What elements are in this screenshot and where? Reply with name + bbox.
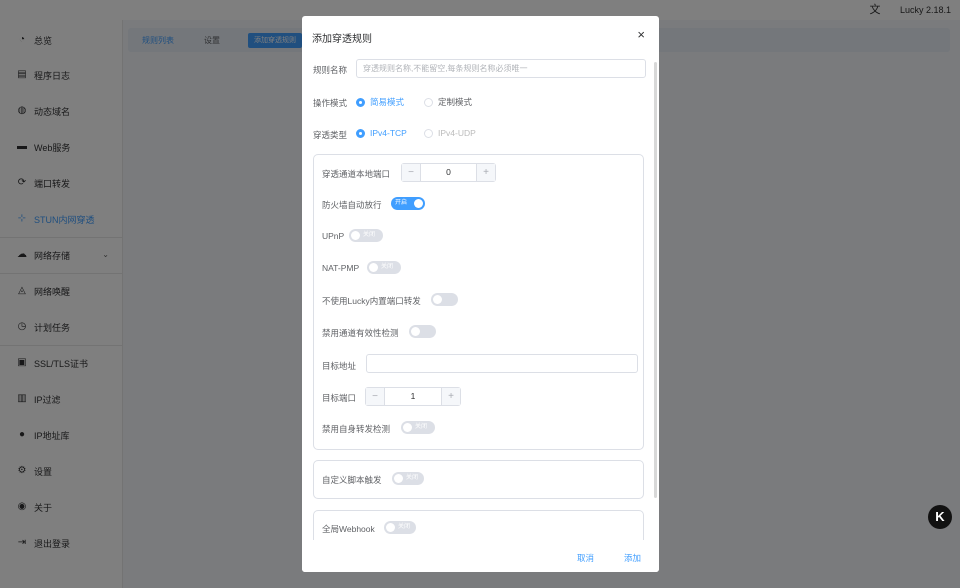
rule-name-label: 规则名称 xyxy=(313,65,348,75)
close-icon[interactable]: × xyxy=(637,28,645,42)
mode-simple-radio[interactable]: 简易模式 xyxy=(356,96,404,108)
target-address-input[interactable] xyxy=(366,354,638,373)
cancel-button[interactable]: 取消 xyxy=(577,552,594,564)
custom-script-label: 自定义脚本触发 xyxy=(322,475,382,485)
type-udp-radio[interactable]: IPv4-UDP xyxy=(424,128,476,138)
upnp-label: UPnP xyxy=(322,231,345,241)
decrement-button[interactable]: − xyxy=(366,388,385,405)
custom-script-switch[interactable]: 关闭 xyxy=(392,472,424,485)
firewall-switch[interactable]: 开启 xyxy=(391,197,425,210)
target-port-stepper[interactable]: − 1 + xyxy=(365,387,461,406)
natpmp-label: NAT-PMP xyxy=(322,263,360,273)
disable-self-check-label: 禁用自身转发检测 xyxy=(322,424,391,434)
decrement-button[interactable]: − xyxy=(402,164,421,181)
upnp-switch[interactable]: 关闭 xyxy=(349,229,383,242)
floating-badge[interactable]: K xyxy=(928,505,952,529)
no-lucky-forward-label: 不使用Lucky内置端口转发 xyxy=(322,296,421,306)
type-tcp-radio[interactable]: IPv4-TCP xyxy=(356,128,407,138)
disable-check-switch[interactable] xyxy=(409,325,436,338)
increment-button[interactable]: + xyxy=(476,164,495,181)
local-port-stepper[interactable]: − 0 + xyxy=(401,163,496,182)
target-address-label: 目标地址 xyxy=(322,361,357,371)
disable-check-label: 禁用通道有效性检测 xyxy=(322,328,399,338)
dialog-footer xyxy=(302,540,659,572)
no-lucky-forward-switch[interactable] xyxy=(431,293,458,306)
webhook-label: 全局Webhook xyxy=(322,524,375,534)
natpmp-switch[interactable]: 关闭 xyxy=(367,261,401,274)
mode-label: 操作模式 xyxy=(313,98,348,108)
stun-settings-group: 穿透通道本地端口 − 0 + 防火墙自动放行 开启 UPnP 关闭 NAT-PM… xyxy=(313,154,644,450)
local-port-label: 穿透通道本地端口 xyxy=(322,169,391,179)
mode-custom-radio[interactable]: 定制模式 xyxy=(424,96,472,108)
increment-button[interactable]: + xyxy=(441,388,460,405)
add-button[interactable]: 添加 xyxy=(624,552,641,564)
firewall-label: 防火墙自动放行 xyxy=(322,200,382,210)
target-port-label: 目标端口 xyxy=(322,393,357,403)
rule-name-input[interactable]: 穿透规则名称,不能留空,每条规则名称必须唯一 xyxy=(356,59,646,78)
custom-script-group: 自定义脚本触发 关闭 xyxy=(313,460,644,499)
dialog-scrollbar[interactable] xyxy=(654,62,657,498)
dialog-title: 添加穿透规则 xyxy=(312,34,372,45)
add-rule-dialog: 添加穿透规则 × 规则名称 穿透规则名称,不能留空,每条规则名称必须唯一 操作模… xyxy=(302,16,659,572)
disable-self-check-switch[interactable]: 关闭 xyxy=(401,421,435,434)
webhook-switch[interactable]: 关闭 xyxy=(384,521,416,534)
type-label: 穿透类型 xyxy=(313,130,348,140)
